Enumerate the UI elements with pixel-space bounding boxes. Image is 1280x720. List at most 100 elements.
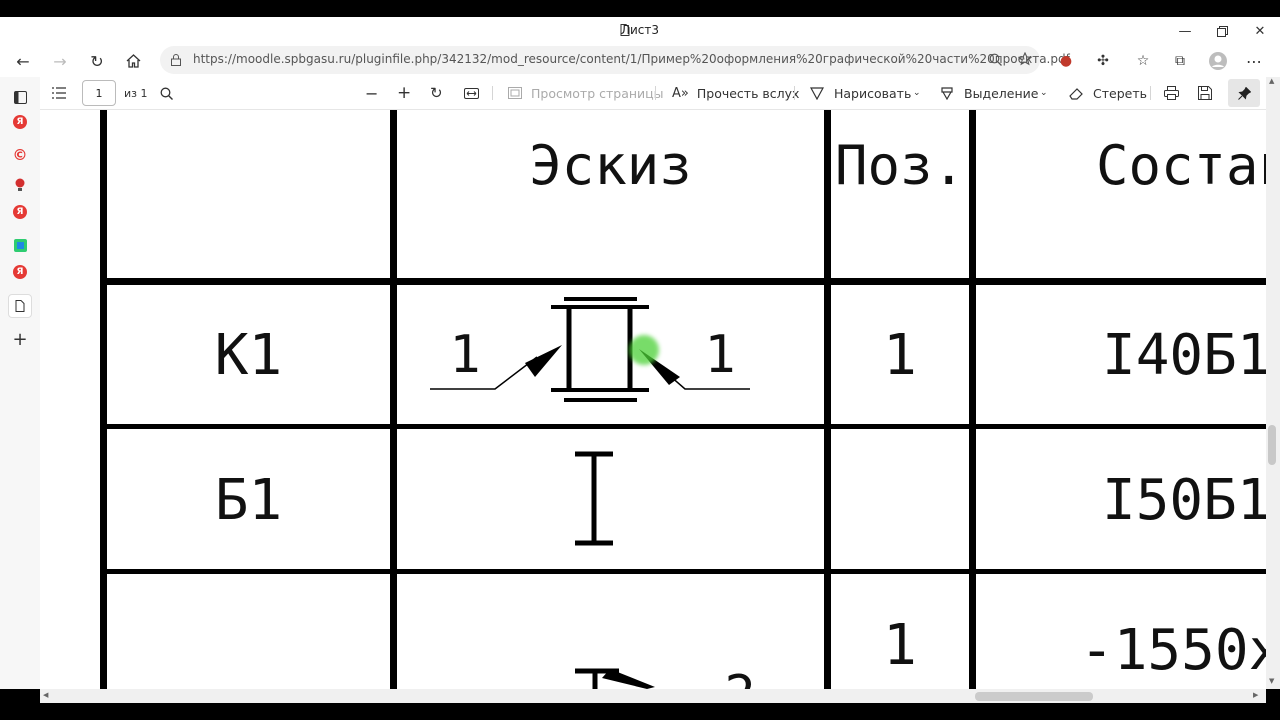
forward-button[interactable]: → [46,49,74,73]
vertical-scrollbar[interactable]: ▲ ▼ [1266,77,1280,689]
zoom-out-button[interactable]: − [365,77,378,109]
favorite-add-icon[interactable] [1018,52,1034,67]
page-icon[interactable] [8,294,32,318]
pdf-toolbar: 1 из 1 − + ↻ Просмотр страницы A» Прочес… [40,77,1266,110]
row2-position [831,460,969,540]
rotate-icon: ↻ [430,84,443,102]
eraser-icon [1069,87,1083,100]
sidebar: Я © Я Я + [0,77,41,689]
table-border [100,110,107,689]
row1-position: 1 [883,322,917,388]
erase-label: Стереть [1093,85,1147,101]
app-icon[interactable] [10,235,30,255]
scroll-left-icon[interactable]: ◀ [43,691,48,699]
extensions-button[interactable]: ✣ [1089,49,1117,73]
address-bar: ← → ↻ https://moodle.spbgasu.ru/pluginfi… [0,45,1280,77]
read-aloud-icon: A» [672,85,689,101]
fit-width-button[interactable] [464,77,479,109]
restore-icon [1216,25,1228,37]
record-icon[interactable] [10,175,30,195]
draw-options-button[interactable]: ⌄ [913,77,921,109]
pin-toolbar-button[interactable] [1228,79,1260,107]
row3-composition: -1550х1 [1080,617,1266,683]
row1-mark: К1 [214,322,283,388]
home-icon [126,54,140,68]
chevron-down-icon: ⌄ [913,88,921,98]
zoom-icon[interactable] [989,53,1002,66]
page-view-icon [508,87,522,99]
contents-button[interactable] [52,77,66,109]
toolbar-divider [1150,86,1151,100]
collections-icon: ⧉ [1175,53,1185,69]
draw-button[interactable]: Нарисовать [810,77,911,109]
header-composition: Состав [1096,133,1266,197]
print-button[interactable] [1164,77,1179,109]
save-button[interactable] [1198,77,1212,109]
horizontal-scroll-thumb[interactable] [975,692,1093,701]
toolbar-divider [492,86,493,100]
lock-icon [171,54,181,66]
print-icon [1164,86,1179,100]
double-ibeam-sketch [430,297,750,402]
page-view-label: Просмотр страницы [531,85,664,101]
pdf-page: Эскиз Поз. Состав К1 1 1 1 I40Б1 Б1 I50Б… [40,110,1266,689]
rotate-button[interactable]: ↻ [430,77,443,109]
header-position: Поз. [834,133,966,197]
row3-position: 1 [883,612,917,678]
table-border [100,278,1266,285]
ibeam-sketch [575,451,613,546]
back-arrow-icon: ← [16,51,30,71]
close-button[interactable]: ✕ [1237,19,1280,43]
collections-button[interactable]: ⧉ [1166,49,1194,73]
scroll-up-icon[interactable]: ▲ [1269,77,1274,85]
favorites-button[interactable]: ☆ [1129,49,1157,73]
favorites-icon: ☆ [1136,53,1150,69]
toolbar-divider [794,86,795,100]
profile-button[interactable] [1204,49,1232,73]
row3-mark [107,605,390,685]
highlight-label: Выделение [964,85,1039,101]
refresh-button[interactable]: ↻ [83,49,111,73]
vertical-scroll-thumb[interactable] [1268,425,1276,465]
page-view-button[interactable]: Просмотр страницы [508,77,664,109]
highlight-button[interactable]: Выделение [940,77,1038,109]
highlight-options-button[interactable]: ⌄ [1040,77,1048,109]
yandex-icon[interactable]: Я [13,115,27,129]
record-glyph [15,178,25,191]
home-button[interactable] [119,49,147,73]
scroll-down-icon[interactable]: ▼ [1269,677,1274,685]
forward-arrow-icon: → [53,51,67,71]
avatar [1209,52,1227,70]
table-border [969,110,976,689]
yandex-icon[interactable]: Я [13,265,27,279]
page-total: из 1 [124,86,148,100]
draw-label: Нарисовать [834,85,912,101]
erase-button[interactable]: Стереть [1069,77,1147,109]
window-title: Лист3 [620,23,660,37]
list-icon [52,87,66,99]
back-button[interactable]: ← [9,49,37,73]
table-border [824,110,831,689]
app-glyph [13,238,27,252]
search-button[interactable] [160,77,173,109]
header-sketch: Эскиз [529,133,692,197]
url-field[interactable]: https://moodle.spbgasu.ru/pluginfile.php… [160,46,1070,74]
settings-menu-button[interactable]: ⋯ [1240,49,1268,73]
tabs-icon[interactable] [10,87,30,107]
add-icon[interactable]: + [10,329,30,350]
page-glyph [15,300,25,312]
yandex-icon[interactable]: Я [13,205,27,219]
draw-icon [810,86,824,100]
scroll-right-icon[interactable]: ▶ [1253,691,1258,699]
plus-icon: + [397,83,412,103]
copyright-icon[interactable]: © [10,145,30,165]
read-aloud-button[interactable]: A» Прочесть вслух [672,77,799,109]
page-number-input[interactable]: 1 [82,80,116,106]
row1-composition: I40Б1 [1102,322,1266,388]
extension-button[interactable]: ● [1052,49,1080,73]
chevron-down-icon: ⌄ [1040,88,1048,98]
read-aloud-label: Прочесть вслух [696,85,800,101]
row3-sketch-label-right: 2 [715,665,765,689]
zoom-in-button[interactable]: + [397,77,411,109]
horizontal-scrollbar[interactable]: ◀ ▶ [40,689,1266,703]
